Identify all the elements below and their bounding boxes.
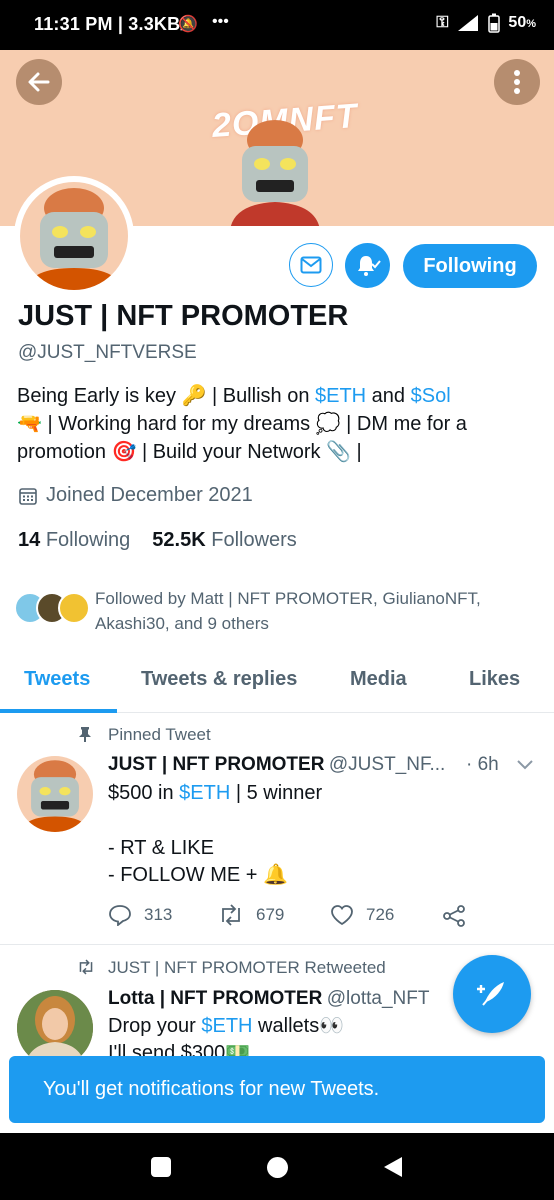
followed-by-text[interactable]: Followed by Matt | NFT PROMOTER, Giulian… [95, 586, 525, 636]
tweet-author-name[interactable]: JUST | NFT PROMOTER [108, 754, 324, 775]
tweet-text: Drop your $ETH wallets👀 [108, 1015, 345, 1037]
signal-icon [458, 15, 479, 31]
reply-action[interactable]: 313 [108, 904, 172, 926]
calendar-icon [19, 487, 37, 505]
tab-tweets[interactable]: Tweets [24, 668, 90, 691]
retweet-icon [79, 959, 93, 975]
pinned-label: Pinned Tweet [108, 725, 211, 744]
following-button[interactable]: Following [403, 244, 537, 288]
more-options-button[interactable] [494, 59, 540, 105]
tweet-author-avatar[interactable] [17, 756, 93, 832]
tab-tweets-replies[interactable]: Tweets & replies [141, 668, 297, 691]
notification-toast: You'll get notifications for new Tweets. [9, 1056, 545, 1123]
status-time: 11:31 PM | 3.3KB/s [34, 14, 196, 34]
tab-media[interactable]: Media [350, 668, 407, 691]
followers-stat[interactable]: 52.5K Followers [152, 529, 297, 552]
profile-handle: @JUST_NFTVERSE [18, 342, 197, 363]
tweet-time: · 6h [466, 754, 499, 775]
tab-likes[interactable]: Likes [469, 668, 520, 691]
heart-icon [331, 905, 353, 926]
avatar-image [21, 760, 89, 832]
chevron-down-icon[interactable] [516, 759, 534, 771]
back-button[interactable] [16, 59, 62, 105]
following-stat[interactable]: 14 Following [18, 529, 130, 552]
profile-name: JUST | NFT PROMOTER [18, 300, 349, 332]
tweet-author-avatar[interactable] [17, 990, 93, 1066]
pin-icon [79, 727, 91, 742]
more-vertical-icon [514, 70, 520, 94]
vpn-key-icon: ⚿ [436, 14, 449, 31]
tweet-author-name[interactable]: Lotta | NFT PROMOTER [108, 988, 322, 1009]
share-icon[interactable] [442, 905, 466, 927]
envelope-icon [300, 256, 322, 274]
avatar-image [26, 188, 122, 290]
eth-cashtag-link[interactable]: $ETH [179, 782, 230, 804]
system-nav-bar [0, 1133, 554, 1200]
home-button[interactable] [267, 1157, 288, 1178]
retweet-action[interactable]: 679 [218, 904, 284, 926]
follow-stats: 14 Following 52.5K Followers [18, 529, 297, 552]
profile-avatar[interactable] [14, 176, 134, 296]
eth-cashtag-link[interactable]: $ETH [201, 1015, 252, 1037]
notifications-button[interactable] [345, 243, 390, 288]
banner-character-image [231, 120, 319, 226]
tweet-text-line: - RT & LIKE [108, 837, 214, 859]
profile-tabs: Tweets Tweets & replies Media Likes [0, 658, 554, 713]
active-tab-indicator [0, 709, 117, 713]
message-button[interactable] [289, 243, 333, 287]
tweet-author-handle: @JUST_NF... [328, 754, 446, 775]
reply-icon [109, 905, 131, 926]
status-dots: ••• [212, 13, 229, 30]
joined-date: Joined December 2021 [18, 484, 253, 507]
back-arrow-icon [28, 72, 50, 92]
tweet-card[interactable]: Pinned Tweet JUST | NFT PROMOTER @JUST_N… [0, 714, 554, 944]
profile-bio: Being Early is key 🔑 | Bullish on $ETH a… [17, 385, 467, 463]
sol-cashtag-link[interactable]: $Sol [411, 385, 451, 407]
recents-button[interactable] [151, 1157, 171, 1177]
mute-icon: 🔕 [178, 16, 198, 33]
tweet-author-handle: @lotta_NFT [326, 988, 430, 1009]
eth-cashtag-link[interactable]: $ETH [315, 385, 366, 407]
toast-message: You'll get notifications for new Tweets. [43, 1078, 380, 1100]
status-bar: 11:31 PM | 3.3KB/s 🔕 ••• ⚿ 50% [0, 0, 554, 50]
bell-check-icon [357, 255, 381, 276]
compose-feather-icon [477, 982, 504, 1006]
like-action[interactable]: 726 [330, 904, 394, 926]
avatar-image [17, 990, 93, 1066]
back-triangle-icon[interactable] [383, 1156, 403, 1178]
tweet-text: $500 in $ETH | 5 winner [108, 782, 323, 804]
battery-percent: 50% [508, 14, 536, 31]
tweet-text-line: - FOLLOW ME + 🔔 [108, 864, 288, 886]
follower-avatar [58, 592, 90, 624]
battery-icon [488, 13, 501, 33]
retweeted-label: JUST | NFT PROMOTER Retweeted [108, 958, 386, 977]
retweet-icon [222, 904, 240, 926]
compose-tweet-button[interactable] [453, 955, 531, 1033]
